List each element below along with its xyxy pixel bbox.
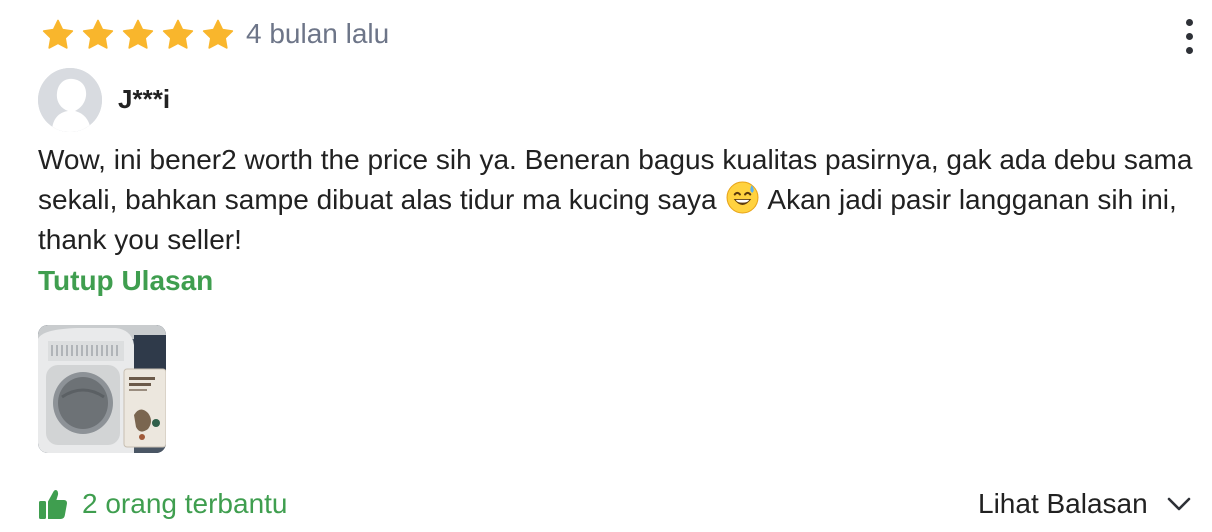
helpful-button[interactable]: 2 orang terbantu: [38, 484, 288, 524]
litter-box-photo: [38, 325, 166, 453]
close-review-link[interactable]: Tutup Ulasan: [38, 262, 213, 300]
review-photo[interactable]: [38, 325, 166, 453]
grinning-face-with-sweat-emoji: [726, 181, 759, 214]
star-icon: [202, 19, 234, 49]
reviewer-name: J***i: [118, 84, 171, 114]
star-icon: [42, 19, 74, 49]
helpful-count-label: 2 orang terbantu: [82, 488, 288, 519]
user-silhouette-icon: [38, 68, 102, 132]
star-icon: [162, 19, 194, 49]
chevron-down-icon: [1167, 497, 1190, 511]
star-icon: [122, 19, 154, 49]
more-options-button[interactable]: [1168, 14, 1210, 58]
review-time: 4 bulan lalu: [246, 18, 390, 49]
star-icon: [82, 19, 114, 49]
avatar: [38, 68, 102, 132]
review-text: Wow, ini bener2 worth the price sih ya. …: [38, 140, 1210, 260]
thumbs-up-icon: [39, 489, 67, 519]
view-replies-label: Lihat Balasan: [978, 488, 1148, 519]
more-vertical-icon: [1185, 18, 1193, 26]
view-replies-button[interactable]: Lihat Balasan: [978, 484, 1192, 524]
rating-stars: [40, 18, 236, 52]
